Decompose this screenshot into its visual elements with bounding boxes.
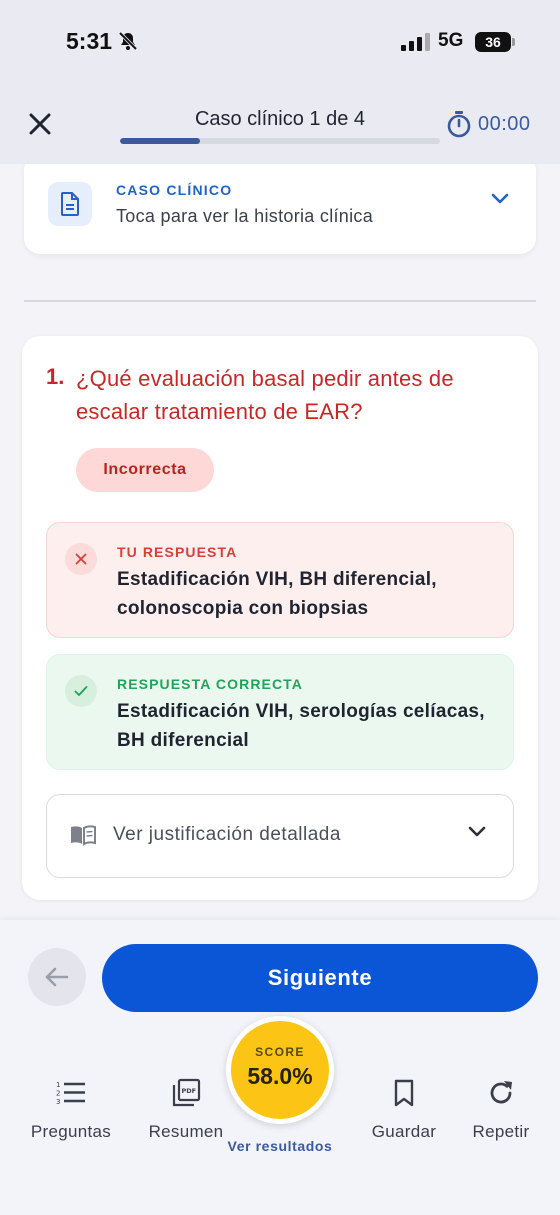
bookmark-icon (394, 1079, 414, 1107)
stopwatch-icon (447, 111, 471, 138)
question-text: ¿Qué evaluación basal pedir antes de esc… (76, 366, 454, 424)
bottom-panel: Siguiente 1 2 3 Preguntas PDF Resumen SC… (0, 920, 560, 1215)
score-label: SCORE (255, 1045, 305, 1059)
svg-text:3: 3 (56, 1098, 60, 1106)
svg-text:1: 1 (56, 1081, 60, 1089)
x-icon-wrap (65, 543, 97, 575)
correct-answer-label: RESPUESTA CORRECTA (117, 676, 303, 692)
book-icon (71, 825, 96, 846)
case-label: CASO CLÍNICO (116, 182, 233, 198)
signal-icon (401, 33, 430, 51)
top-bar: Caso clínico 1 de 4 00:00 (0, 86, 560, 164)
justification-label: Ver justificación detallada (113, 824, 341, 845)
case-icon-box (48, 182, 92, 226)
document-icon (61, 192, 79, 216)
your-answer-label: TU RESPUESTA (117, 544, 238, 560)
nav-repetir[interactable]: Repetir (451, 1078, 551, 1142)
chevron-down-icon (468, 826, 486, 837)
case-subtitle: Toca para ver la historia clínica (116, 206, 374, 226)
refresh-icon (490, 1081, 512, 1104)
timer: 00:00 (446, 110, 531, 138)
back-button[interactable] (28, 948, 86, 1006)
bell-slash-icon (118, 31, 138, 51)
next-button[interactable]: Siguiente (102, 944, 538, 1012)
your-answer-text: Estadificación VIH, BH diferencial, colo… (117, 569, 437, 619)
case-card[interactable]: CASO CLÍNICO Toca para ver la historia c… (24, 164, 536, 254)
battery-level: 36 (485, 34, 501, 50)
question-card: 1. ¿Qué evaluación basal pedir antes de … (22, 336, 538, 900)
network-type: 5G (438, 30, 464, 51)
nav-guardar[interactable]: Guardar (354, 1078, 454, 1142)
score-button[interactable]: SCORE 58.0% (226, 1016, 334, 1124)
progress-bar (120, 138, 440, 144)
battery-icon: 36 (475, 32, 515, 52)
score-value: 58.0% (247, 1063, 313, 1089)
status-time: 5:31 (66, 28, 113, 54)
correct-answer-text: Estadificación VIH, serologías celíacas,… (117, 701, 485, 751)
your-answer-box: TU RESPUESTA Estadificación VIH, BH dife… (46, 522, 514, 638)
status-badge: Incorrecta (76, 448, 214, 492)
numbered-list-icon: 1 2 3 (56, 1081, 85, 1106)
timer-text: 00:00 (478, 112, 531, 135)
nav-resumen[interactable]: PDF Resumen (136, 1078, 236, 1142)
status-bar: 5:31 5G 36 (0, 0, 560, 86)
pdf-icon: PDF (172, 1078, 201, 1107)
check-icon (74, 686, 88, 696)
x-icon (75, 553, 87, 565)
check-icon-wrap (65, 675, 97, 707)
svg-text:2: 2 (56, 1090, 60, 1098)
nav-preguntas[interactable]: 1 2 3 Preguntas (21, 1078, 121, 1142)
scroll-content[interactable]: CASO CLÍNICO Toca para ver la historia c… (0, 164, 560, 920)
arrow-left-icon (45, 967, 69, 987)
justification-toggle[interactable]: Ver justificación detallada (46, 794, 514, 878)
svg-text:PDF: PDF (182, 1087, 197, 1095)
correct-answer-box: RESPUESTA CORRECTA Estadificación VIH, s… (46, 654, 514, 770)
chevron-down-icon[interactable] (490, 192, 510, 206)
see-results-link[interactable]: Ver resultados (0, 1138, 560, 1154)
progress-fill (120, 138, 200, 144)
divider (24, 300, 536, 302)
question-number: 1. (46, 364, 65, 389)
